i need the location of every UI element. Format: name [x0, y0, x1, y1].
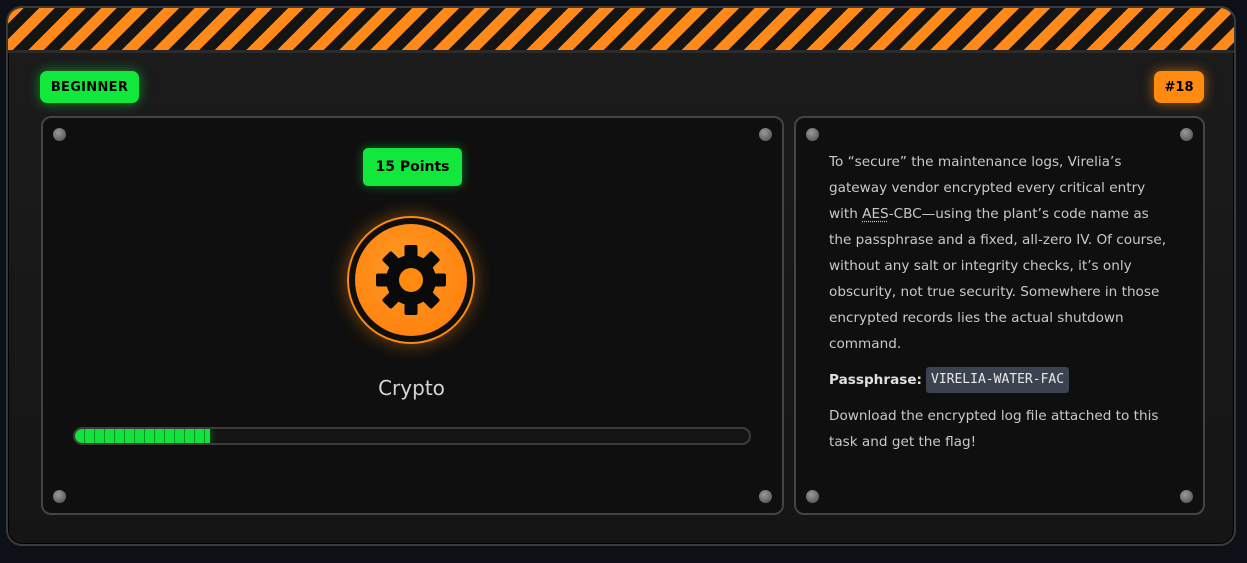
- screw-icon: [759, 128, 772, 141]
- screw-icon: [759, 490, 772, 503]
- challenge-card[interactable]: BEGINNER #18 15 Points Crypto To “secure…: [6, 6, 1236, 546]
- difficulty-badge: BEGINNER: [40, 71, 139, 103]
- hazard-stripe-banner: [8, 8, 1234, 53]
- aes-abbreviation[interactable]: AES: [862, 206, 889, 222]
- progress-bar-fill: [75, 429, 210, 443]
- challenge-number-badge: #18: [1154, 71, 1204, 103]
- gear-icon: [376, 245, 446, 315]
- passphrase-row: Passphrase: VIRELIA-WATER-FAC: [829, 367, 1174, 393]
- screw-icon: [53, 128, 66, 141]
- passphrase-value[interactable]: VIRELIA-WATER-FAC: [926, 367, 1070, 393]
- screw-icon: [806, 128, 819, 141]
- description-text: -CBC—using the plant’s code name as the …: [829, 206, 1167, 352]
- progress-bar: [73, 427, 751, 445]
- challenge-summary-panel: 15 Points Crypto: [41, 116, 784, 515]
- screw-icon: [1180, 128, 1193, 141]
- screw-icon: [53, 490, 66, 503]
- description-paragraph: To “secure” the maintenance logs, Vireli…: [829, 149, 1174, 357]
- screw-icon: [806, 490, 819, 503]
- challenge-description: To “secure” the maintenance logs, Vireli…: [829, 149, 1174, 465]
- category-icon-ring: [347, 216, 475, 344]
- challenge-description-panel: To “secure” the maintenance logs, Vireli…: [794, 116, 1205, 515]
- category-label: Crypto: [378, 376, 445, 400]
- points-badge: 15 Points: [363, 148, 462, 186]
- download-instruction: Download the encrypted log file attached…: [829, 408, 1159, 450]
- passphrase-label: Passphrase:: [829, 372, 922, 388]
- category-icon-disc: [355, 224, 467, 336]
- screw-icon: [1180, 490, 1193, 503]
